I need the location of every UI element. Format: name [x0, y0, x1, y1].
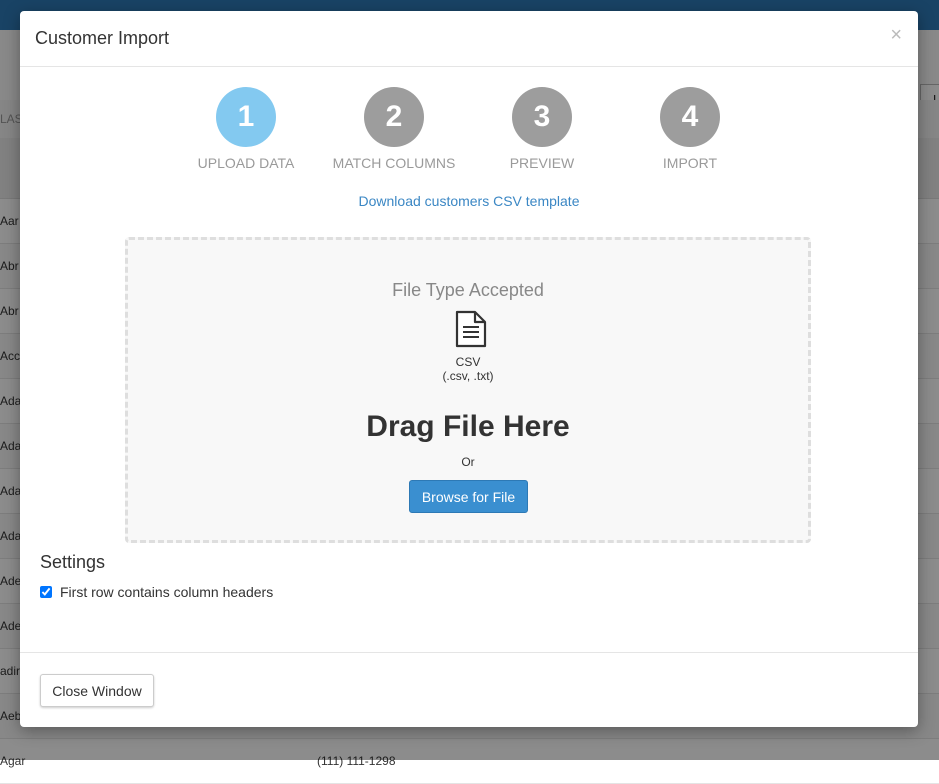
step-number: 3 — [512, 87, 572, 147]
import-steps: 1 UPLOAD DATA 2 MATCH COLUMNS 3 PREVIEW … — [20, 87, 918, 177]
close-icon[interactable]: × — [890, 25, 902, 45]
first-row-headers-checkbox[interactable] — [40, 586, 52, 598]
step-label: MATCH COLUMNS — [332, 155, 456, 171]
file-type-info: CSV (.csv, .txt) — [128, 355, 808, 383]
step-label: UPLOAD DATA — [197, 155, 295, 171]
first-row-headers-label: First row contains column headers — [60, 584, 274, 600]
browse-file-button[interactable]: Browse for File — [409, 480, 528, 513]
step-number: 4 — [660, 87, 720, 147]
download-template-link[interactable]: Download customers CSV template — [20, 193, 918, 209]
step-upload-data: 1 UPLOAD DATA — [181, 87, 311, 171]
document-icon — [455, 310, 487, 348]
modal-header: Customer Import × — [20, 11, 918, 67]
step-match-columns: 2 MATCH COLUMNS — [329, 87, 459, 171]
modal-title: Customer Import — [35, 28, 170, 48]
step-label: PREVIEW — [509, 155, 575, 171]
file-dropzone[interactable]: File Type Accepted CSV (.csv, .txt) Drag… — [125, 237, 811, 543]
step-label: IMPORT — [662, 155, 718, 171]
or-text: Or — [461, 455, 475, 469]
step-preview: 3 PREVIEW — [477, 87, 607, 171]
step-number: 2 — [364, 87, 424, 147]
file-type-heading: File Type Accepted — [392, 280, 544, 300]
settings-heading: Settings — [40, 552, 106, 572]
first-row-headers-option[interactable]: First row contains column headers — [40, 584, 273, 600]
customer-import-modal: Customer Import × 1 UPLOAD DATA 2 MATCH … — [20, 11, 918, 727]
step-number: 1 — [216, 87, 276, 147]
close-window-button[interactable]: Close Window — [40, 674, 154, 707]
file-type-label: CSV — [455, 355, 481, 369]
step-import: 4 IMPORT — [625, 87, 755, 171]
drag-file-text: Drag File Here — [366, 410, 570, 443]
file-extensions: (.csv, .txt) — [442, 369, 494, 383]
modal-footer: Close Window — [20, 652, 918, 728]
